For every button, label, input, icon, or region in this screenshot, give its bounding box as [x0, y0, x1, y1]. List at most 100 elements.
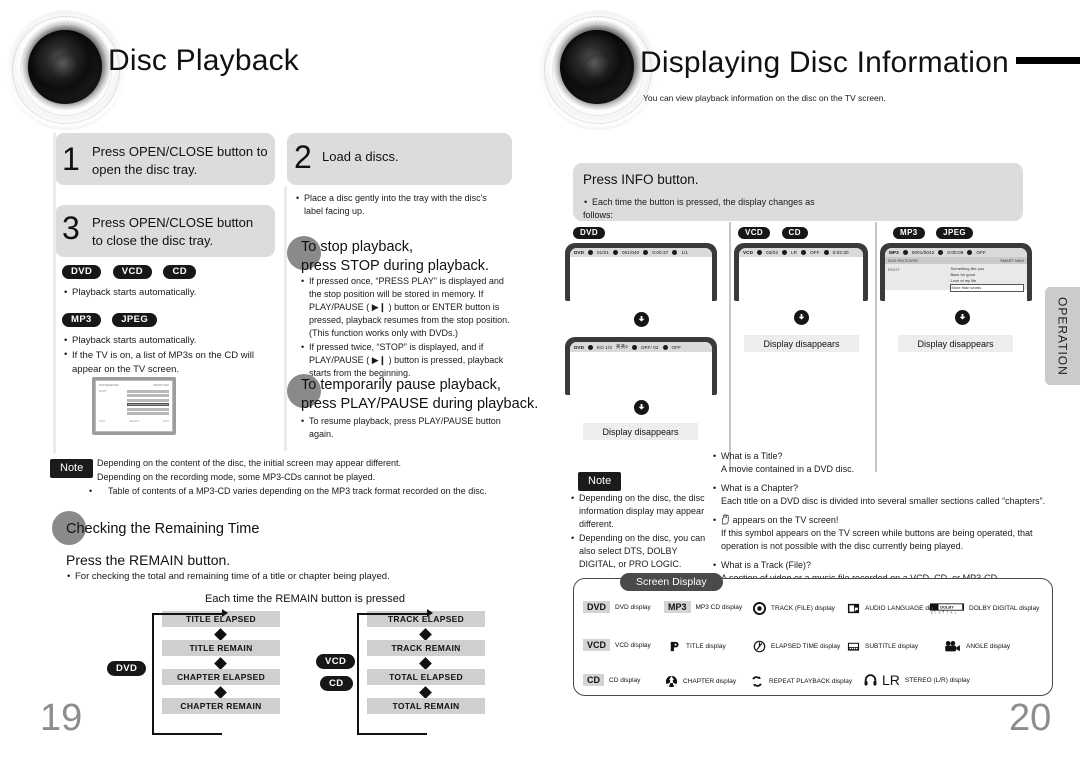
osd-field: OFF/ 02	[640, 344, 659, 350]
badge-jpeg: JPEG	[936, 226, 974, 239]
stop-heading-line2: press STOP during playback.	[301, 258, 490, 275]
step-2-bullets: Place a disc gently into the tray with t…	[295, 191, 500, 219]
legend-label: STEREO (L/R) display	[904, 676, 970, 684]
osd-bar: MP3 0001/0042 0:00:09 OFF	[885, 248, 1027, 258]
step-3-text: Press OPEN/CLOSE button to close the dis…	[92, 215, 254, 248]
flow-loop-dvd	[152, 608, 228, 735]
legend-item-repeat: REPEAT PLAYBACK display	[750, 674, 852, 688]
down-arrow-icon	[634, 400, 649, 415]
track-icon	[757, 250, 762, 256]
chapter-icon	[664, 674, 678, 688]
pause-bullets: To resume playback, press PLAY/PAUSE but…	[300, 414, 515, 442]
badge-jpeg: JPEG	[112, 312, 158, 328]
subtitle-icon	[631, 344, 637, 350]
osd-label: DVD	[574, 344, 584, 350]
manual-spread: Disc Playback 1 Press OPEN/CLOSE button …	[0, 0, 1080, 763]
legend-label: TRACK (FILE) display	[771, 604, 835, 612]
page-title-left: Disc Playback	[108, 44, 299, 77]
legend-label: TITLE display	[686, 642, 726, 650]
osd-field: 1/1	[681, 250, 689, 256]
list-item: Depending on the disc, you can also sele…	[570, 532, 710, 571]
lr-text: LR	[882, 672, 900, 688]
mp3-browser-screen: DVD RECEIVER SMART NAVI ROOT Something l…	[885, 257, 1027, 293]
note-badge-left: Note	[50, 459, 94, 478]
svg-text:DOLBY: DOLBY	[940, 604, 954, 609]
tv-mock-vcd: VCD 03/02 LR OFF 0:02:30	[734, 243, 868, 301]
legend-label: MP3 CD display	[695, 603, 743, 611]
legend-item-mp3: MP3 MP3 CD display	[664, 601, 742, 613]
flow-badge-vcd: VCD	[316, 654, 356, 669]
side-tab-operation[interactable]: OPERATION	[1045, 287, 1080, 385]
track-icon	[902, 250, 908, 256]
svg-text:D I G I T A L: D I G I T A L	[931, 610, 957, 614]
step-3-number: 3	[62, 210, 80, 246]
tv-screen-content: DVD RECEIVER SMART NAVI ROOT PLAY SELECT EX…	[95, 380, 173, 432]
faq-answer: If this symbol appears on the TV screen …	[721, 528, 1033, 552]
mp3-chip-icon: MP3	[664, 601, 691, 613]
display-disappears-3: Display disappears	[898, 335, 1013, 352]
page-title-right: Displaying Disc Information	[640, 46, 1009, 79]
col1-badges: DVD	[573, 224, 612, 242]
list-item: Playback starts automatically.	[63, 286, 278, 300]
dvd-chip-icon: DVD	[583, 601, 611, 613]
faq-question: What is a Track (File)?	[721, 560, 812, 571]
list-item: Depending on the recording mode, some MP…	[88, 471, 518, 484]
list-item: If the TV is on, a list of MP3s on the C…	[63, 348, 278, 377]
page-number-right: 20	[1009, 697, 1052, 739]
clock-icon	[938, 250, 944, 256]
down-arrow-icon	[634, 312, 649, 327]
faq-question: What is a Title?	[721, 451, 783, 461]
legend-item-vcd: VCD VCD display	[583, 639, 651, 651]
list-item: To resume playback, press PLAY/PAUSE but…	[300, 414, 515, 441]
badge-mp3: MP3	[893, 226, 925, 239]
legend-item-title: TITLE display	[667, 639, 726, 653]
legend-item-track: TRACK (FILE) display	[752, 601, 835, 615]
mp3-root-folder: ROOT	[888, 267, 900, 273]
pause-heading-line1: To temporarily pause playback,	[301, 377, 501, 393]
dolby-digital-icon: I DOLBY D I G I T A L	[930, 601, 964, 615]
headphone-lr-icon	[782, 250, 787, 256]
legend-item-dolby-digital: I DOLBY D I G I T A L DOLBY DIGITAL disp…	[930, 601, 1039, 615]
tv-screen: DVD 01/01 001/040 0:00:37 1/1	[570, 248, 712, 301]
step-2-number: 2	[294, 139, 312, 175]
down-arrow-icon	[955, 310, 970, 325]
legend-label: CHAPTER display	[683, 677, 737, 685]
notes-left: Depending on the content of the disc, th…	[88, 456, 518, 499]
legend-label: CD display	[609, 676, 641, 684]
camera-icon	[672, 250, 678, 256]
step-2-text: Load a discs.	[322, 149, 399, 164]
list-item: If pressed twice, “STOP” is displayed, a…	[300, 341, 515, 380]
tv-screen: VCD 03/02 LR OFF 0:02:30	[739, 248, 863, 301]
tv-screen: DVD KO 1/3 英英2 OFF/ 02 OFF	[570, 342, 712, 395]
badge-mp3: MP3	[62, 312, 101, 328]
osd-field: 英英2	[615, 344, 628, 350]
column-divider-1	[729, 222, 731, 472]
hand-icon	[721, 514, 730, 525]
faq-answer: A movie contained in a DVD disc.	[721, 464, 855, 475]
osd-bar: VCD 03/02 LR OFF 0:02:30	[739, 248, 863, 258]
flow-badge-dvd: DVD	[107, 661, 147, 676]
step-2-box	[287, 133, 512, 185]
faq-item: What is a Chapter? Each title on a DVD d…	[712, 482, 1057, 508]
legend-title: Screen Display	[620, 573, 723, 591]
tv-mock-dvd-1: DVD 01/01 001/040 0:00:37 1/1	[565, 243, 717, 301]
osd-field: 0:00:09	[947, 250, 964, 256]
stop-playback-heading-text: To stop playback, press STOP during play…	[301, 238, 489, 276]
page-subtitle: You can view playback information on the…	[643, 93, 886, 103]
info-bullet-line2: follows:	[583, 210, 614, 220]
step-1-number: 1	[62, 141, 80, 177]
notes-right: Depending on the disc, the disc informat…	[570, 491, 710, 572]
osd-field: 0:02:30	[832, 250, 849, 256]
list-item: For checking the total and remaining tim…	[66, 570, 446, 584]
cd-chip-icon: CD	[583, 674, 604, 686]
list-item: If pressed once, “PRESS PLAY” is display…	[300, 274, 515, 340]
header-rule	[1016, 57, 1080, 64]
badge-cd: CD	[163, 264, 196, 280]
mp3-screen-corner: SMART NAVI	[999, 258, 1024, 264]
list-item: Each time the button is pressed, the dis…	[583, 195, 883, 209]
badge-vcd: VCD	[112, 264, 152, 280]
list-item: Depending on the content of the disc, th…	[88, 456, 518, 470]
faq-answer: Each title on a DVD disc is divided into…	[721, 496, 1046, 507]
tv-mock-mp3: MP3 0001/0042 0:00:09 OFF DVD RECEIVER S…	[880, 243, 1032, 301]
note-badge-right: Note	[578, 472, 622, 491]
